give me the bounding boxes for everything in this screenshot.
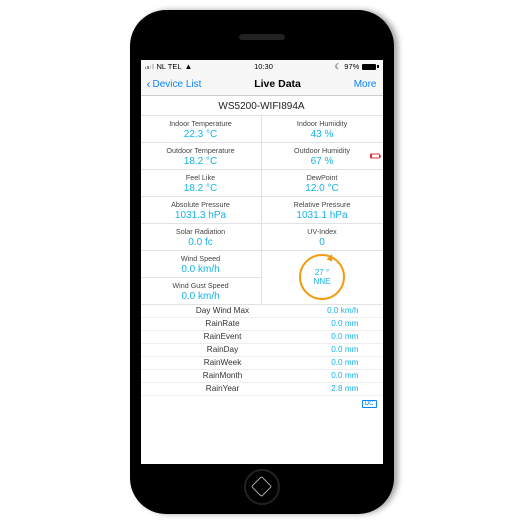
- wind-compass[interactable]: 27 ° NNE: [262, 251, 383, 305]
- metric-label: DewPoint: [264, 173, 381, 182]
- compass-needle-icon: [327, 253, 335, 262]
- row-label: RainMonth: [141, 371, 305, 380]
- list-item[interactable]: RainDay 0.0 mm: [141, 344, 383, 357]
- compass-icon: 27 ° NNE: [299, 254, 345, 300]
- row-label: RainRate: [141, 319, 305, 328]
- row-value: 0.0 km/h: [305, 306, 359, 315]
- metric-cell[interactable]: UV-Index 0: [262, 224, 383, 251]
- screen: NL TEL ▲ 10:30 ☾ 97% ‹ Device List Live …: [141, 60, 383, 464]
- list-item[interactable]: RainMonth 0.0 mm: [141, 370, 383, 383]
- wind-direction-name: NNE: [314, 277, 331, 286]
- moon-icon: ☾: [335, 62, 342, 71]
- list-item[interactable]: Day Wind Max 0.0 km/h: [141, 305, 383, 318]
- battery-icon: [362, 64, 378, 70]
- wifi-icon: ▲: [185, 62, 193, 71]
- metric-cell[interactable]: Wind Speed 0.0 km/h: [141, 251, 262, 278]
- metric-cell[interactable]: Relative Pressure 1031.1 hPa: [262, 197, 383, 224]
- row-value: 0.0 mm: [305, 345, 359, 354]
- metrics-grid: Indoor Temperature 22.3 °C Indoor Humidi…: [141, 116, 383, 305]
- page-title: Live Data: [254, 78, 301, 90]
- wind-cells: Wind Speed 0.0 km/h Wind Gust Speed 0.0 …: [141, 251, 262, 305]
- phone-speaker: [239, 34, 285, 40]
- metric-value: 12.0 °C: [264, 183, 381, 194]
- row-value: 0.0 mm: [305, 371, 359, 380]
- row-value: 2.8 mm: [305, 384, 359, 393]
- metric-label: Absolute Pressure: [143, 200, 259, 209]
- chevron-left-icon: ‹: [147, 78, 151, 90]
- metric-cell[interactable]: Absolute Pressure 1031.3 hPa: [141, 197, 262, 224]
- content: WS5200-WIFI894A Indoor Temperature 22.3 …: [141, 96, 383, 464]
- row-value: 0.0 mm: [305, 358, 359, 367]
- wind-direction-deg: 27 °: [315, 268, 329, 277]
- metric-label: Indoor Temperature: [143, 119, 259, 128]
- back-button[interactable]: ‹ Device List: [147, 78, 202, 90]
- metric-label: Wind Speed: [143, 254, 259, 263]
- metric-label: Indoor Humidity: [264, 119, 381, 128]
- metric-value: 1031.3 hPa: [143, 210, 259, 221]
- metric-value: 43 %: [264, 129, 381, 140]
- metric-value: 0.0 fc: [143, 237, 259, 248]
- metric-cell[interactable]: Feel Like 18.2 °C: [141, 170, 262, 197]
- metric-cell[interactable]: Indoor Humidity 43 %: [262, 116, 383, 143]
- metric-value: 18.2 °C: [143, 183, 259, 194]
- row-label: RainYear: [141, 384, 305, 393]
- metric-value: 0.0 km/h: [143, 264, 259, 275]
- data-rows: Day Wind Max 0.0 km/h RainRate 0.0 mm Ra…: [141, 305, 383, 396]
- metric-value: 18.2 °C: [143, 156, 259, 167]
- carrier-label: NL TEL: [157, 62, 182, 71]
- home-button[interactable]: [244, 469, 280, 505]
- metric-cell[interactable]: DewPoint 12.0 °C: [262, 170, 383, 197]
- dc-badge[interactable]: DC: [362, 400, 377, 408]
- metric-value: 22.3 °C: [143, 129, 259, 140]
- row-label: RainDay: [141, 345, 305, 354]
- metric-label: Feel Like: [143, 173, 259, 182]
- metric-label: Outdoor Temperature: [143, 146, 259, 155]
- back-label: Device List: [153, 79, 202, 90]
- list-item[interactable]: RainWeek 0.0 mm: [141, 357, 383, 370]
- list-item[interactable]: RainEvent 0.0 mm: [141, 331, 383, 344]
- metric-label: Relative Pressure: [264, 200, 381, 209]
- status-bar: NL TEL ▲ 10:30 ☾ 97%: [141, 60, 383, 74]
- row-value: 0.0 mm: [305, 319, 359, 328]
- low-battery-icon: [370, 153, 380, 158]
- metric-cell[interactable]: Indoor Temperature 22.3 °C: [141, 116, 262, 143]
- metric-cell[interactable]: Wind Gust Speed 0.0 km/h: [141, 278, 262, 305]
- footer: DC: [141, 396, 383, 409]
- signal-icon: [145, 64, 154, 69]
- metric-cell[interactable]: Outdoor Humidity 67 %: [262, 143, 383, 170]
- metric-cell[interactable]: Outdoor Temperature 18.2 °C: [141, 143, 262, 170]
- nav-bar: ‹ Device List Live Data More: [141, 74, 383, 96]
- metric-label: UV-Index: [264, 227, 381, 236]
- list-item[interactable]: RainYear 2.8 mm: [141, 383, 383, 396]
- metric-value: 0: [264, 237, 381, 248]
- metric-value: 67 %: [264, 156, 381, 167]
- metric-cell[interactable]: Solar Radiation 0.0 fc: [141, 224, 262, 251]
- metric-value: 0.0 km/h: [143, 291, 259, 302]
- metric-label: Outdoor Humidity: [264, 146, 381, 155]
- metric-value: 1031.1 hPa: [264, 210, 381, 221]
- home-icon: [251, 476, 272, 497]
- metric-label: Solar Radiation: [143, 227, 259, 236]
- metric-label: Wind Gust Speed: [143, 281, 259, 290]
- device-name: WS5200-WIFI894A: [141, 96, 383, 116]
- row-label: RainWeek: [141, 358, 305, 367]
- more-button[interactable]: More: [354, 79, 377, 90]
- phone-frame: NL TEL ▲ 10:30 ☾ 97% ‹ Device List Live …: [130, 10, 394, 514]
- row-value: 0.0 mm: [305, 332, 359, 341]
- row-label: Day Wind Max: [141, 306, 305, 315]
- row-label: RainEvent: [141, 332, 305, 341]
- status-time: 10:30: [254, 62, 273, 71]
- battery-percent: 97%: [344, 62, 359, 71]
- list-item[interactable]: RainRate 0.0 mm: [141, 318, 383, 331]
